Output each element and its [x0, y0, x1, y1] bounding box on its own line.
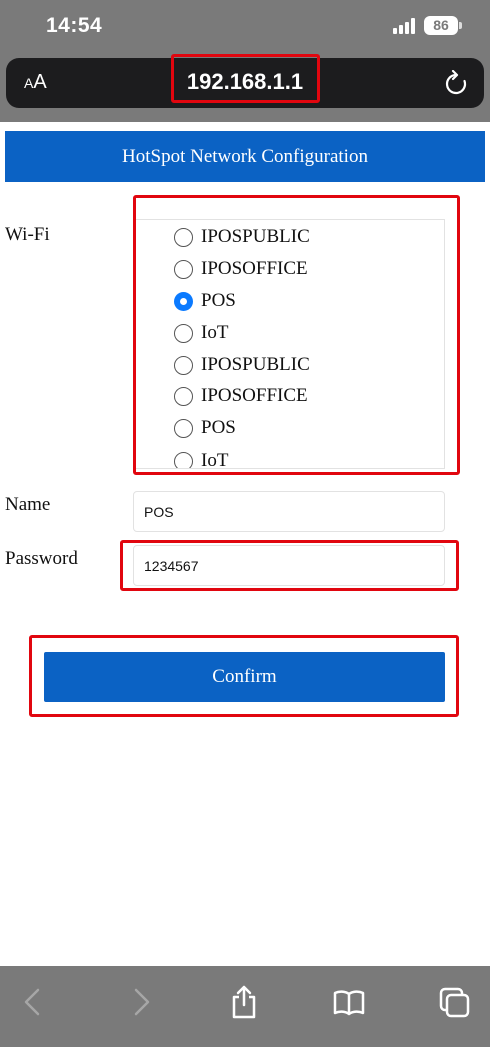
- tabs-icon[interactable]: [436, 984, 472, 1020]
- browser-toolbar: [0, 966, 490, 1047]
- wifi-option-label: IPOSPUBLIC: [201, 354, 310, 375]
- radio-button[interactable]: [174, 386, 193, 406]
- wifi-option-label: POS: [201, 290, 236, 311]
- wifi-option[interactable]: IPOSPUBLIC: [174, 350, 310, 380]
- radio-button[interactable]: [174, 355, 193, 375]
- wifi-option-label: IoT: [201, 322, 229, 343]
- wifi-option-label: IPOSPUBLIC: [201, 226, 310, 247]
- wifi-option[interactable]: POS: [174, 413, 236, 443]
- password-input[interactable]: 1234567: [133, 545, 445, 586]
- confirm-button[interactable]: Confirm: [44, 652, 445, 702]
- cellular-signal-icon: [393, 18, 419, 34]
- share-icon[interactable]: [226, 984, 262, 1020]
- browser-top-chrome: 14:54 86 AA 192.168.1.1: [0, 0, 490, 122]
- wifi-option-label: POS: [201, 417, 236, 438]
- wifi-option[interactable]: IoT: [174, 446, 229, 469]
- password-label: Password: [5, 548, 78, 569]
- bookmarks-icon[interactable]: [331, 984, 367, 1020]
- wifi-option[interactable]: POS: [174, 286, 236, 316]
- battery-icon: 86: [424, 16, 458, 35]
- wifi-option[interactable]: IoT: [174, 318, 228, 348]
- reload-icon[interactable]: [444, 70, 468, 96]
- radio-button[interactable]: [174, 259, 193, 279]
- battery-tip: [459, 22, 462, 29]
- radio-button[interactable]: [174, 418, 193, 438]
- wifi-option[interactable]: IPOSPUBLIC: [174, 222, 310, 252]
- page-title: HotSpot Network Configuration: [5, 131, 485, 182]
- radio-button[interactable]: [174, 451, 193, 468]
- wifi-option-label: IoT: [201, 450, 229, 469]
- name-input[interactable]: POS: [133, 491, 445, 532]
- wifi-option[interactable]: IPOSOFFICE: [174, 254, 308, 284]
- wifi-option[interactable]: IPOSOFFICE: [174, 381, 308, 411]
- back-icon[interactable]: [16, 984, 52, 1020]
- wifi-network-list[interactable]: IPOSPUBLIC IPOSOFFICE POS IoT IPOSPUBLIC…: [135, 219, 445, 469]
- radio-button-selected[interactable]: [174, 291, 193, 311]
- wifi-option-label: IPOSOFFICE: [201, 258, 308, 279]
- radio-button[interactable]: [174, 227, 193, 247]
- status-time: 14:54: [46, 14, 103, 37]
- url-text[interactable]: 192.168.1.1: [6, 69, 484, 95]
- wifi-label: Wi-Fi: [5, 224, 50, 245]
- radio-button[interactable]: [174, 323, 193, 343]
- address-bar[interactable]: AA 192.168.1.1: [6, 58, 484, 108]
- forward-icon[interactable]: [122, 984, 158, 1020]
- wifi-option-label: IPOSOFFICE: [201, 385, 308, 406]
- name-label: Name: [5, 494, 51, 515]
